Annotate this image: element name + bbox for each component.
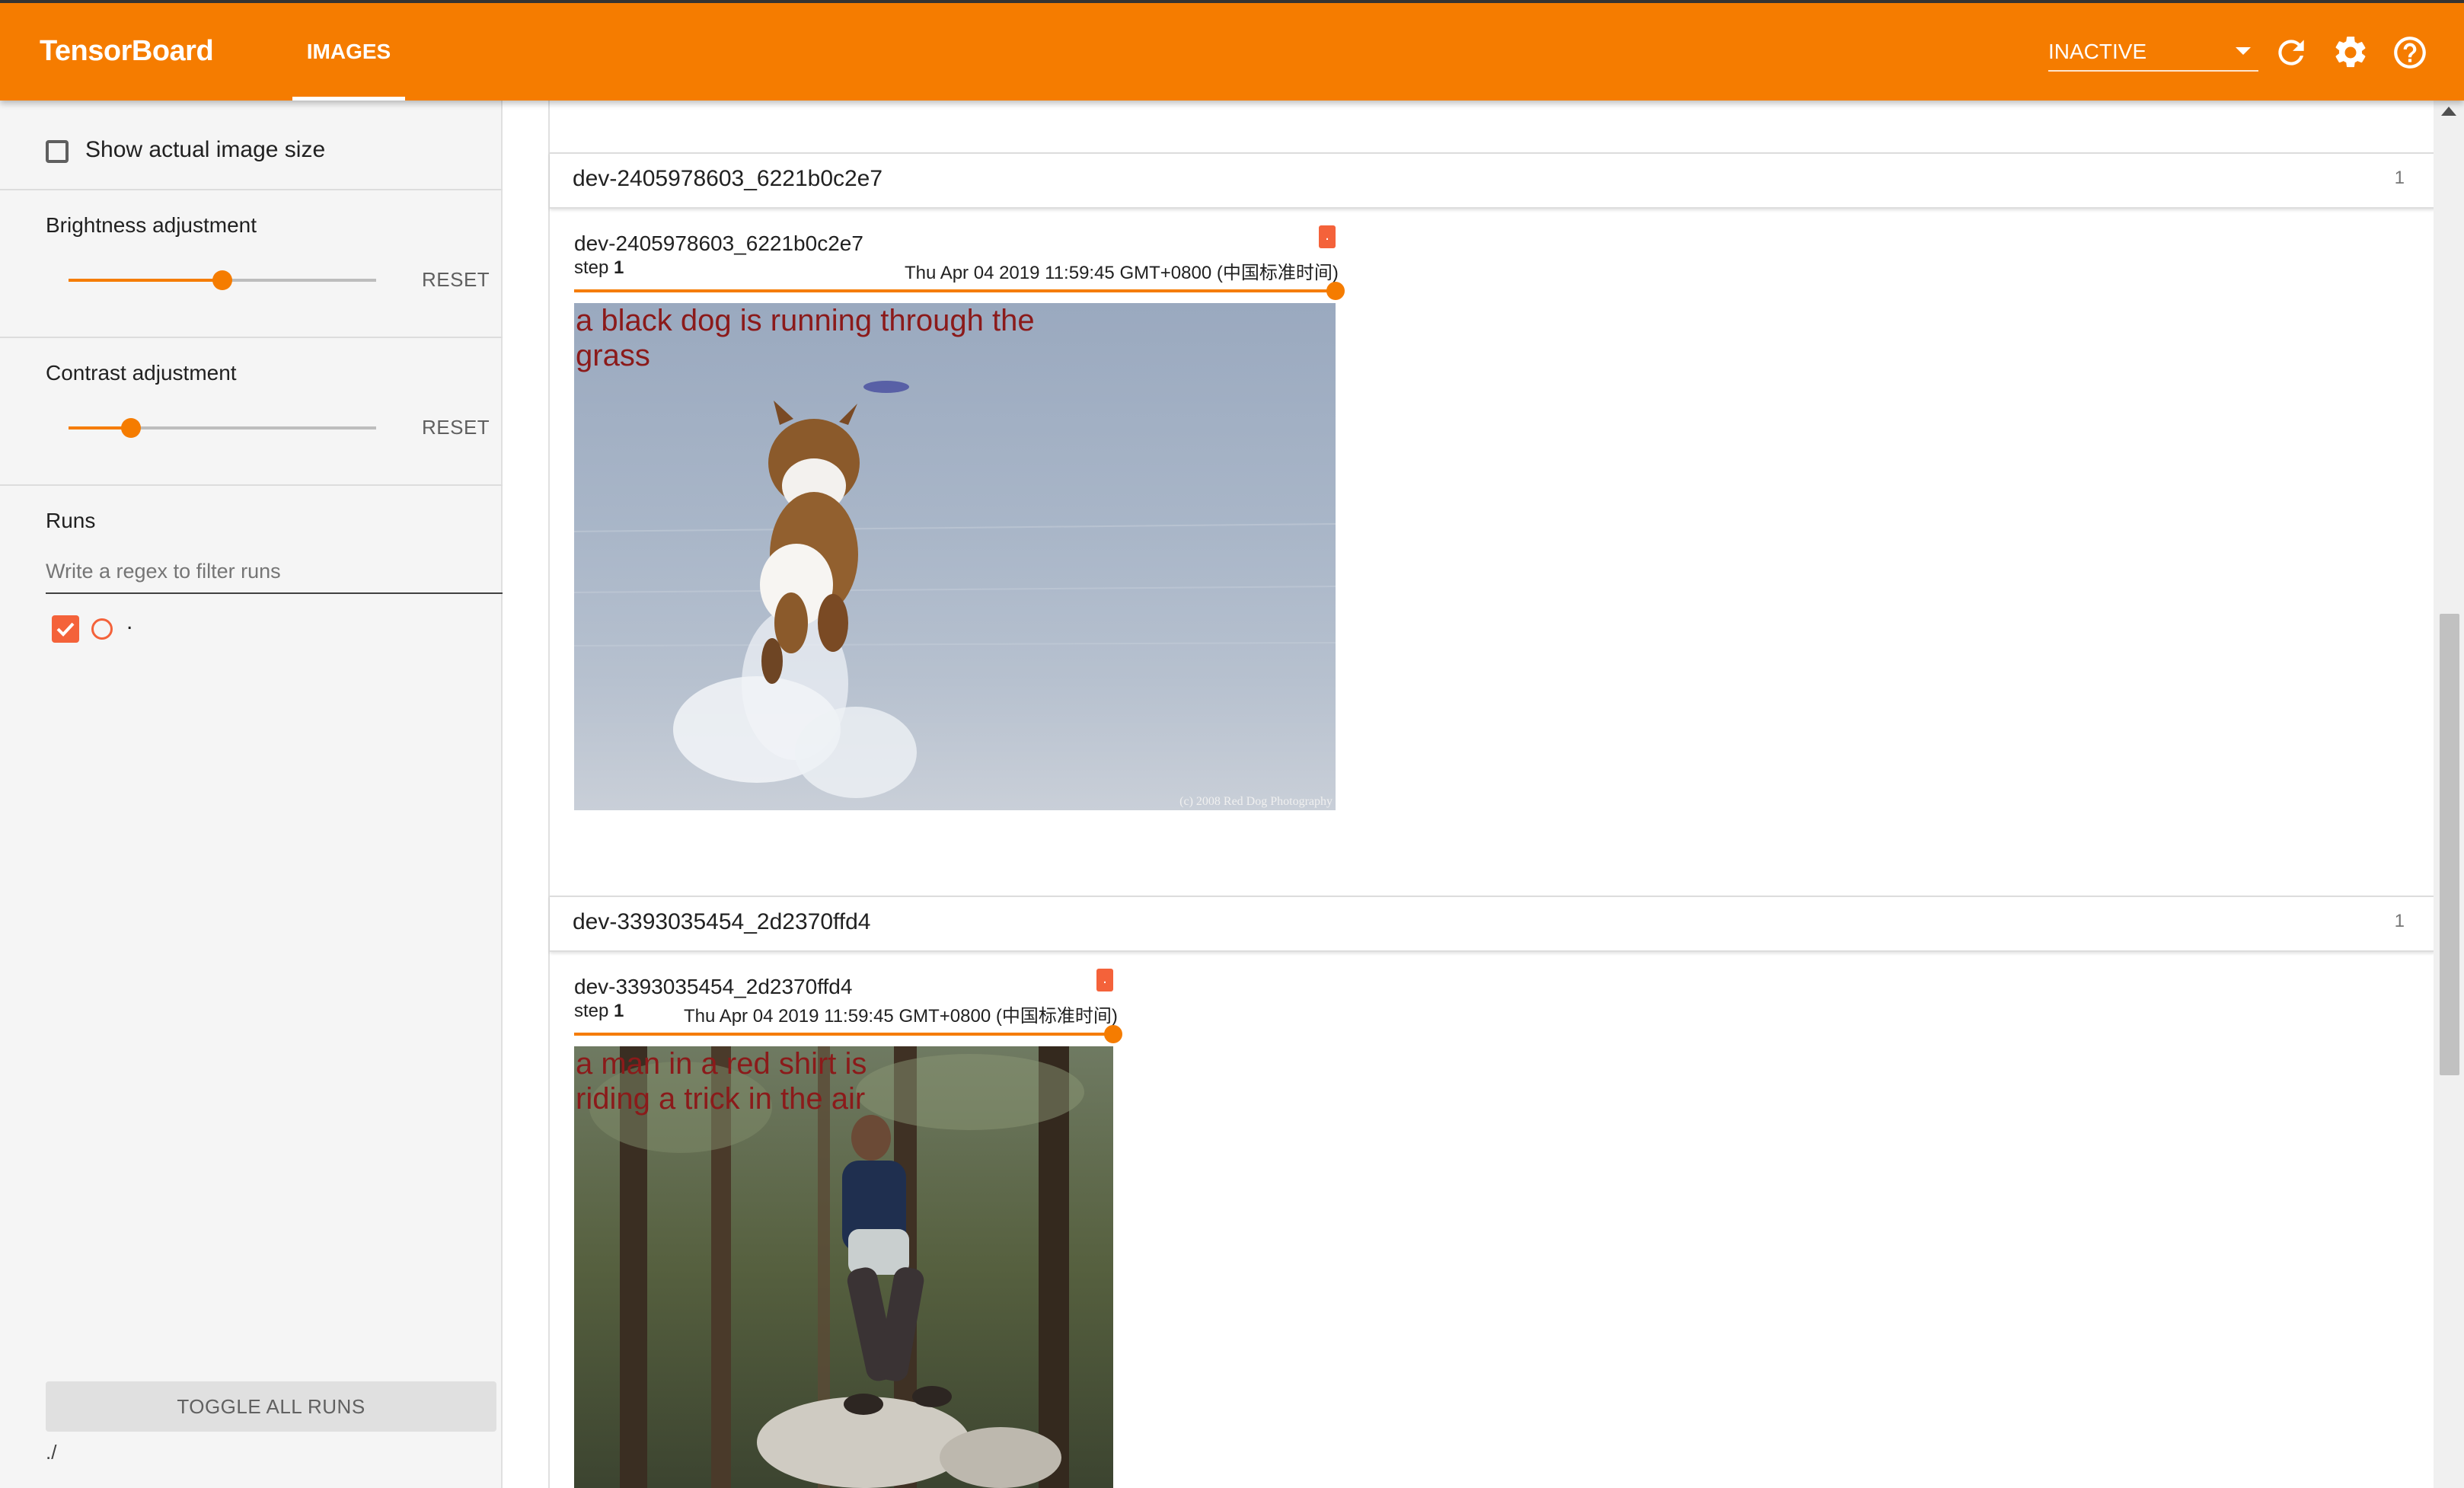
step-slider[interactable] xyxy=(574,289,1336,292)
dropdown-arrow-icon xyxy=(2236,47,2251,55)
toggle-all-runs-button[interactable]: TOGGLE ALL RUNS xyxy=(46,1381,496,1432)
brightness-reset-button[interactable]: RESET xyxy=(422,268,490,292)
step-slider[interactable] xyxy=(574,1033,1113,1036)
image-forest: a man in a red shirt is riding a trick i… xyxy=(574,1046,1113,1488)
main-content: dev-2405978603_6221b0c2e7 1 dev-24059786… xyxy=(548,101,2435,1488)
step-value: 1 xyxy=(614,257,624,278)
card-header[interactable]: dev-2405978603_6221b0c2e7 1 xyxy=(550,152,2435,209)
image-card-title: dev-2405978603_6221b0c2e7 xyxy=(574,232,863,255)
run-name: . xyxy=(126,609,133,634)
step-label: step xyxy=(574,1001,609,1021)
scroll-up-arrow-icon[interactable] xyxy=(2441,107,2456,116)
contrast-reset-button[interactable]: RESET xyxy=(422,416,490,439)
show-actual-size-checkbox[interactable] xyxy=(46,140,69,163)
show-actual-size-label: Show actual image size xyxy=(85,137,326,162)
divider xyxy=(0,189,503,190)
photo-watermark: (c) 2008 Red Dog Photography xyxy=(1179,795,1333,808)
image-timestamp: Thu Apr 04 2019 11:59:45 GMT+0800 (中国标准时… xyxy=(684,1006,1118,1027)
contrast-slider[interactable] xyxy=(69,418,376,438)
image-dog: a black dog is running through the grass… xyxy=(574,303,1336,810)
image-caption: a black dog is running through the grass xyxy=(576,304,1035,372)
image-step: step 1 xyxy=(574,1001,624,1022)
logdir-path: ./ xyxy=(46,1441,57,1464)
card-tag: dev-2405978603_6221b0c2e7 xyxy=(573,166,883,191)
checkmark-icon xyxy=(56,622,75,637)
scrollbar-thumb[interactable] xyxy=(2440,614,2459,1075)
image-caption: a man in a red shirt is riding a trick i… xyxy=(576,1047,867,1116)
run-filter-input[interactable] xyxy=(46,550,503,594)
brightness-slider-knob[interactable] xyxy=(212,270,232,290)
step-value: 1 xyxy=(614,1001,624,1021)
step-slider-knob[interactable] xyxy=(1104,1025,1122,1043)
brightness-slider-fill xyxy=(69,279,222,282)
tab-images[interactable]: IMAGES xyxy=(292,3,405,101)
card-count: 1 xyxy=(2394,168,2405,188)
divider xyxy=(0,337,503,338)
plugin-dropdown-value: INACTIVE xyxy=(2048,40,2147,63)
card-count: 1 xyxy=(2394,911,2405,931)
card-tag: dev-3393035454_2d2370ffd4 xyxy=(573,909,871,934)
run-color-swatch[interactable] xyxy=(91,618,113,640)
settings-icon[interactable] xyxy=(2332,34,2370,72)
image-step: step 1 xyxy=(574,257,624,279)
brightness-slider[interactable] xyxy=(69,270,376,290)
runs-label: Runs xyxy=(46,509,96,532)
dog-photo-illustration xyxy=(574,381,1336,798)
step-slider-knob[interactable] xyxy=(1326,282,1345,300)
plugin-dropdown[interactable]: INACTIVE xyxy=(2048,30,2258,72)
image-card-title: dev-3393035454_2d2370ffd4 xyxy=(574,975,853,998)
app-brand: TensorBoard xyxy=(40,35,214,67)
image-timestamp: Thu Apr 04 2019 11:59:45 GMT+0800 (中国标准时… xyxy=(905,263,1339,283)
contrast-slider-knob[interactable] xyxy=(121,418,141,438)
run-tag-badge: . xyxy=(1319,225,1336,248)
brightness-label: Brightness adjustment xyxy=(46,213,257,237)
run-tag-badge: . xyxy=(1096,969,1113,991)
refresh-icon[interactable] xyxy=(2272,34,2310,72)
run-checkbox[interactable] xyxy=(52,615,79,643)
step-label: step xyxy=(574,257,609,278)
scrollbar[interactable] xyxy=(2434,101,2464,1488)
divider xyxy=(0,484,503,486)
help-icon[interactable] xyxy=(2391,34,2429,72)
top-app-bar: TensorBoard IMAGES INACTIVE xyxy=(0,0,2464,101)
card-header[interactable]: dev-3393035454_2d2370ffd4 1 xyxy=(550,896,2435,952)
sidebar: Show actual image size Brightness adjust… xyxy=(0,101,503,1488)
contrast-label: Contrast adjustment xyxy=(46,361,237,385)
